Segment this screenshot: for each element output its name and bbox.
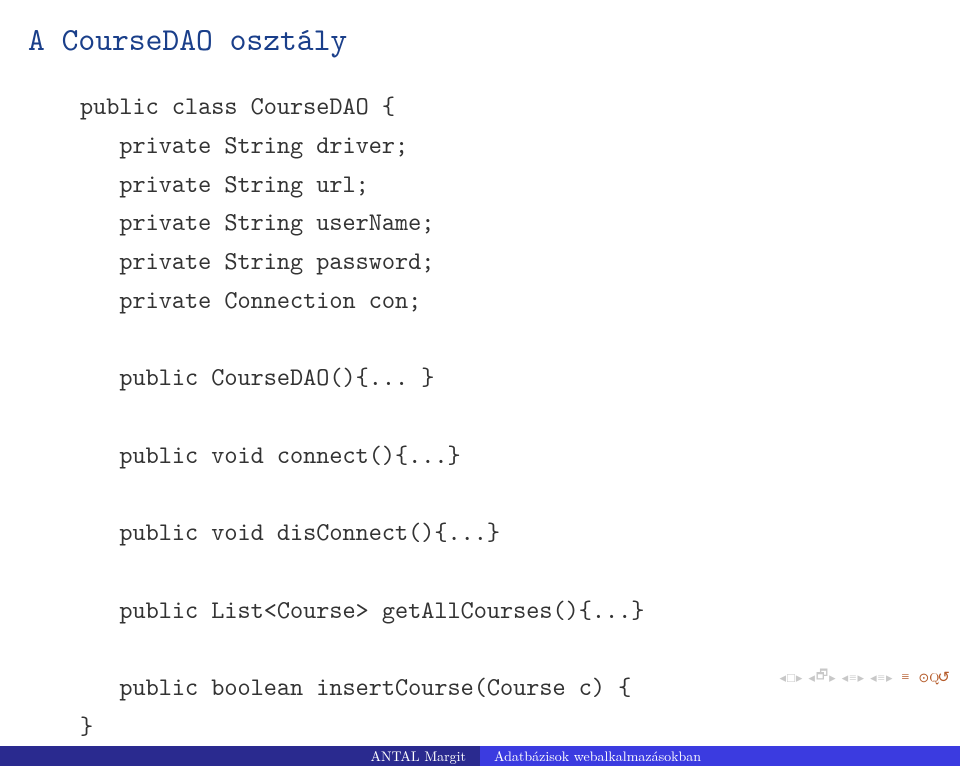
code-line: public void connect(){...} xyxy=(80,438,461,471)
nav-sec-icon: ≡ xyxy=(878,667,885,686)
nav-next-slide-icon[interactable]: ▸ xyxy=(796,667,803,686)
code-line: public boolean insertCourse(Course c) { xyxy=(80,670,631,703)
nav-subsection-group: ◂ ≡ ▸ xyxy=(842,667,864,686)
nav-prev-slide-icon[interactable]: ◂ xyxy=(779,667,786,686)
nav-prev-sub-icon[interactable]: ◂ xyxy=(842,667,849,686)
nav-zoom-group: ⊙ Q ↺ xyxy=(918,666,950,687)
nav-next-sec-icon[interactable]: ▸ xyxy=(886,667,893,686)
code-block: public class CourseDAO { private String … xyxy=(0,71,960,746)
code-line: public class CourseDAO { xyxy=(80,89,395,122)
nav-frame-group: ◂ 🗗 ▸ xyxy=(808,664,835,688)
code-line: public void disConnect(){...} xyxy=(80,515,500,548)
code-line: public List<Course> getAllCourses(){...} xyxy=(80,593,644,626)
nav-controls: ◂ □ ▸ ◂ 🗗 ▸ ◂ ≡ ▸ ◂ ≡ ▸ ≡ ⊙ Q ↺ xyxy=(779,664,950,688)
nav-target-icon[interactable]: ⊙ xyxy=(918,667,929,686)
code-line: public CourseDAO(){... } xyxy=(80,360,434,393)
slide-title: A CourseDAO osztály xyxy=(0,0,960,71)
nav-prev-frame-icon[interactable]: ◂ xyxy=(808,667,815,686)
code-line: private String userName; xyxy=(80,205,434,238)
nav-slide-icon: □ xyxy=(787,667,795,686)
footer-topic: Adatbázisok webalkalmazásokban xyxy=(480,746,960,766)
nav-section-group: ◂ ≡ ▸ xyxy=(870,667,892,686)
footer-author: ANTAL Margit xyxy=(0,746,480,766)
nav-prev-sec-icon[interactable]: ◂ xyxy=(870,667,877,686)
nav-loop-icon[interactable]: ↺ xyxy=(937,666,950,687)
code-line: private String url; xyxy=(80,167,369,200)
slide: A CourseDAO osztály public class CourseD… xyxy=(0,0,960,720)
code-line: private Connection con; xyxy=(80,283,421,316)
code-line: private String password; xyxy=(80,244,434,277)
code-line: } xyxy=(80,709,93,742)
nav-next-sub-icon[interactable]: ▸ xyxy=(858,667,865,686)
nav-frame-icon: 🗗 xyxy=(816,664,828,688)
footer-bar: ANTAL Margit Adatbázisok webalkalmazások… xyxy=(0,746,960,766)
nav-next-frame-icon[interactable]: ▸ xyxy=(829,667,836,686)
nav-sub-icon: ≡ xyxy=(849,667,856,686)
nav-bar-icon: ≡ xyxy=(901,666,909,686)
code-line: private String driver; xyxy=(80,128,408,161)
nav-slide-group: ◂ □ ▸ xyxy=(779,667,802,686)
